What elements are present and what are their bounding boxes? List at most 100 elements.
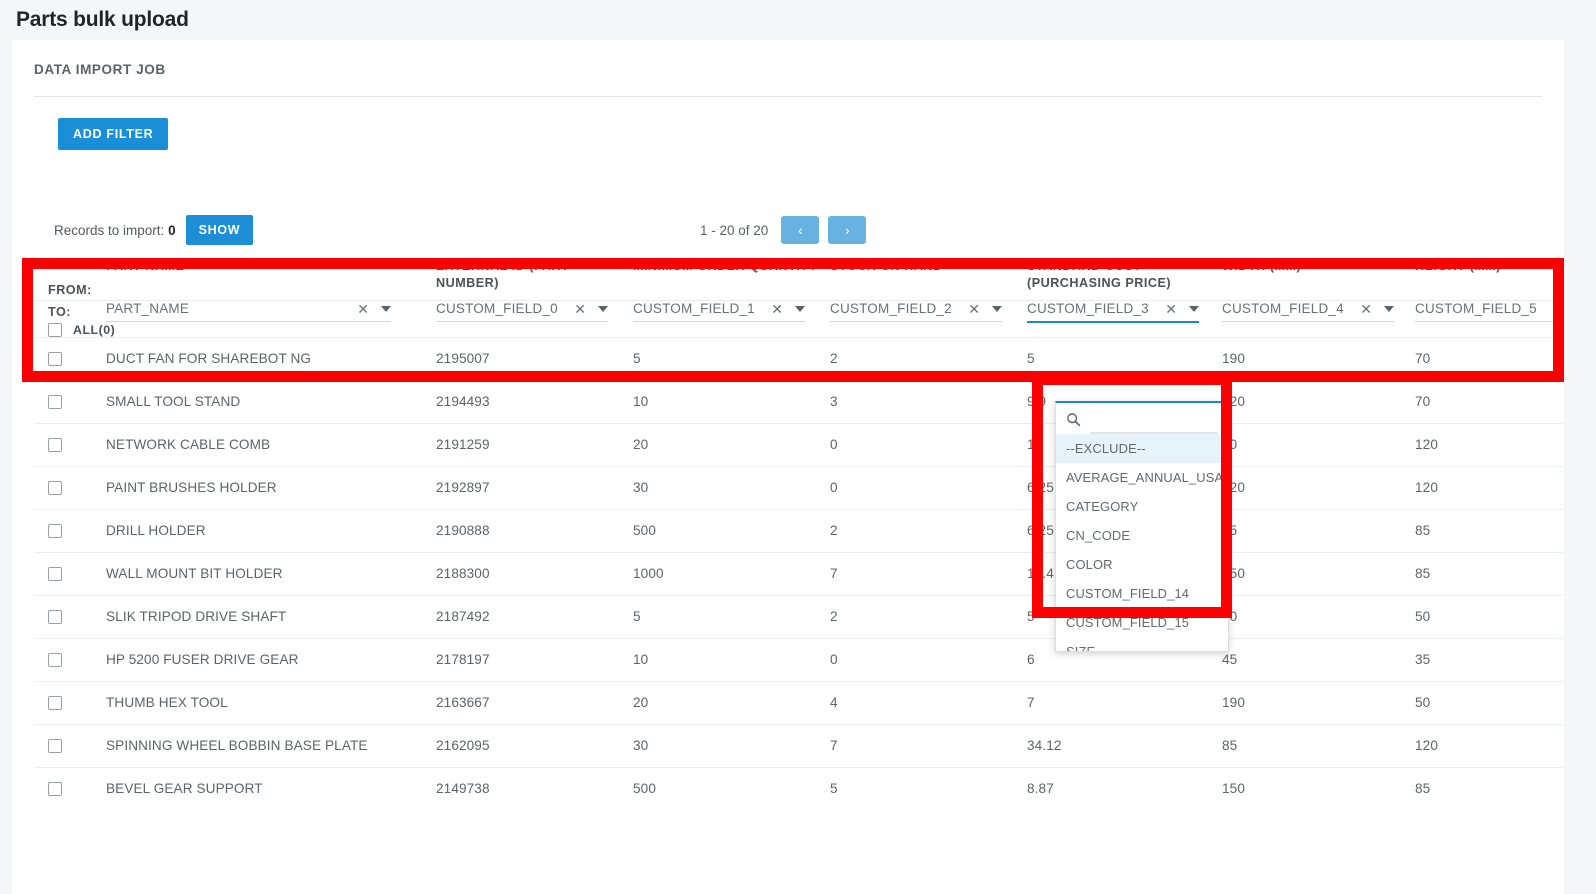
row-width: 190 — [1222, 680, 1415, 724]
table-row[interactable]: DRILL HOLDER 2190888 500 2 6.25 35 85 — [34, 508, 1564, 552]
row-stock-on-hand: 7 — [830, 551, 1027, 595]
table-row[interactable]: BEVEL GEAR SUPPORT 2149738 500 5 8.87 150 85 — [34, 766, 1564, 810]
mapping-select-value: CUSTOM_FIELD_5 — [1415, 301, 1537, 316]
table-row[interactable]: THUMB HEX TOOL 2163667 20 4 7 190 50 — [34, 680, 1564, 724]
mapping-select-standard-cost[interactable]: CUSTOM_FIELD_3 ✕ — [1027, 301, 1199, 323]
table-row[interactable]: SMALL TOOL STAND 2194493 10 3 9.9 120 70 — [34, 379, 1564, 423]
row-minimum-order-quantity: 10 — [633, 379, 830, 423]
import-preview-table-scroll[interactable]: FROM: PART NAME EXTERNAL ID (PART NUMBER… — [34, 258, 1564, 894]
row-part-name: SLIK TRIPOD DRIVE SHAFT — [106, 594, 436, 638]
row-part-name: WALL MOUNT BIT HOLDER — [106, 551, 436, 595]
row-checkbox[interactable] — [48, 652, 62, 667]
chevron-down-icon[interactable] — [1189, 305, 1199, 312]
row-stock-on-hand: 0 — [830, 422, 1027, 466]
mapping-dropdown-menu[interactable]: --EXCLUDE-- AVERAGE_ANNUAL_USAGE CATEGORY C… — [1055, 401, 1229, 652]
table-row[interactable]: HP 5200 FUSER DRIVE GEAR 2178197 10 0 6 45 35 — [34, 637, 1564, 681]
row-width: 150 — [1222, 551, 1415, 595]
mapping-select-stock-on-hand[interactable]: CUSTOM_FIELD_2 ✕ — [830, 301, 1002, 322]
chevron-down-icon[interactable] — [1384, 306, 1394, 312]
row-height: 70 — [1415, 336, 1564, 380]
clear-icon[interactable]: ✕ — [1553, 302, 1564, 316]
row-stock-on-hand: 2 — [830, 594, 1027, 638]
mapping-select-external-id[interactable]: CUSTOM_FIELD_0 ✕ — [436, 301, 608, 322]
row-external-id: 2178197 — [436, 637, 633, 681]
select-all-checkbox[interactable] — [48, 322, 62, 337]
table-row[interactable]: PAINT BRUSHES HOLDER 2192897 30 0 6.25 120 120 — [34, 465, 1564, 509]
row-checkbox[interactable] — [48, 480, 62, 495]
clear-icon[interactable]: ✕ — [574, 302, 586, 316]
row-width: 120 — [1222, 379, 1415, 423]
mapping-select-minimum-order-quantity[interactable]: CUSTOM_FIELD_1 ✕ — [633, 301, 805, 322]
row-external-id: 2162095 — [436, 723, 633, 767]
row-width: 85 — [1222, 723, 1415, 767]
row-external-id: 2191259 — [436, 422, 633, 466]
app-root: Parts bulk upload DATA IMPORT JOB ADD FI… — [0, 0, 1596, 894]
chevron-down-icon[interactable] — [992, 306, 1002, 312]
add-filter-button[interactable]: ADD FILTER — [58, 118, 169, 150]
mapping-select-height[interactable]: CUSTOM_FIELD_5 ✕ — [1415, 301, 1564, 322]
chevron-right-icon[interactable]: › — [828, 216, 867, 244]
chevron-down-icon[interactable] — [598, 306, 608, 312]
row-checkbox-cell — [34, 336, 106, 380]
row-standard-cost: 7 — [1027, 680, 1222, 724]
row-checkbox[interactable] — [48, 394, 62, 409]
row-minimum-order-quantity: 30 — [633, 723, 830, 767]
mapping-select-value: CUSTOM_FIELD_4 — [1222, 301, 1344, 316]
clear-icon[interactable]: ✕ — [357, 302, 369, 316]
dropdown-search-row[interactable] — [1056, 403, 1228, 432]
chevron-down-icon[interactable] — [381, 306, 391, 312]
row-checkbox-cell — [34, 594, 106, 638]
table-row[interactable]: WALL MOUNT BIT HOLDER 2188300 1000 7 10.4 150… — [34, 551, 1564, 595]
row-width: 35 — [1222, 508, 1415, 552]
dropdown-option[interactable]: AVERAGE_ANNUAL_USAGE — [1056, 463, 1228, 492]
row-height: 70 — [1415, 379, 1564, 423]
page-titlebar: Parts bulk upload — [12, 0, 1564, 40]
mapping-select-part-name[interactable]: PART_NAME ✕ — [106, 301, 391, 322]
clear-icon[interactable]: ✕ — [1165, 302, 1177, 316]
chevron-left-icon[interactable]: ‹ — [781, 216, 820, 244]
show-button[interactable]: SHOW — [185, 215, 254, 245]
source-header-row: FROM: PART NAME EXTERNAL ID (PART NUMBER… — [34, 258, 1564, 299]
row-checkbox[interactable] — [48, 351, 62, 366]
row-external-id: 2192897 — [436, 465, 633, 509]
row-checkbox[interactable] — [48, 781, 62, 796]
dropdown-option[interactable]: CN_CODE — [1056, 521, 1228, 550]
row-checkbox[interactable] — [48, 437, 62, 452]
row-checkbox-cell — [34, 508, 106, 552]
row-checkbox-cell — [34, 379, 106, 423]
clear-icon[interactable]: ✕ — [968, 302, 980, 316]
dropdown-option[interactable]: CATEGORY — [1056, 492, 1228, 521]
row-width: 150 — [1222, 766, 1415, 810]
row-height: 120 — [1415, 422, 1564, 466]
row-checkbox[interactable] — [48, 609, 62, 624]
row-checkbox[interactable] — [48, 695, 62, 710]
column-header-height: HEIGHT (MM) — [1415, 259, 1501, 273]
records-to-import-count: 0 — [168, 222, 176, 238]
table-row[interactable]: SPINNING WHEEL BOBBIN BASE PLATE 2162095 3… — [34, 723, 1564, 767]
dropdown-option[interactable]: CUSTOM_FIELD_15 — [1056, 608, 1228, 637]
row-minimum-order-quantity: 5 — [633, 594, 830, 638]
row-checkbox[interactable] — [48, 566, 62, 581]
row-checkbox[interactable] — [48, 738, 62, 753]
mapping-cell-standard-cost: CUSTOM_FIELD_3 ✕ — [1027, 300, 1222, 323]
table-row[interactable]: SLIK TRIPOD DRIVE SHAFT 2187492 5 2 5 50 50 — [34, 594, 1564, 638]
chevron-down-icon[interactable] — [795, 306, 805, 312]
row-checkbox[interactable] — [48, 523, 62, 538]
dropdown-option[interactable]: CUSTOM_FIELD_14 — [1056, 579, 1228, 608]
row-height: 85 — [1415, 508, 1564, 552]
page-title: Parts bulk upload — [16, 8, 189, 31]
row-external-id: 2187492 — [436, 594, 633, 638]
dropdown-option[interactable]: SIZE — [1056, 637, 1228, 651]
table-row[interactable]: NETWORK CABLE COMB 2191259 20 0 12 70 120 — [34, 422, 1564, 466]
dropdown-option[interactable]: COLOR — [1056, 550, 1228, 579]
row-part-name: DRILL HOLDER — [106, 508, 436, 552]
dropdown-search-input[interactable] — [1089, 411, 1199, 428]
clear-icon[interactable]: ✕ — [1360, 302, 1372, 316]
row-checkbox-cell — [34, 465, 106, 509]
target-mapping-row: TO: PART_NAME ✕ CUSTOM_FIELD_0 ✕ CUSTOM_… — [34, 300, 1564, 323]
clear-icon[interactable]: ✕ — [771, 302, 783, 316]
dropdown-option[interactable]: --EXCLUDE-- — [1056, 434, 1228, 463]
mapping-select-width[interactable]: CUSTOM_FIELD_4 ✕ — [1222, 301, 1394, 322]
table-row[interactable]: DUCT FAN FOR SHAREBOT NG 2195007 5 2 5 190 70 — [34, 336, 1564, 380]
row-checkbox-cell — [34, 637, 106, 681]
